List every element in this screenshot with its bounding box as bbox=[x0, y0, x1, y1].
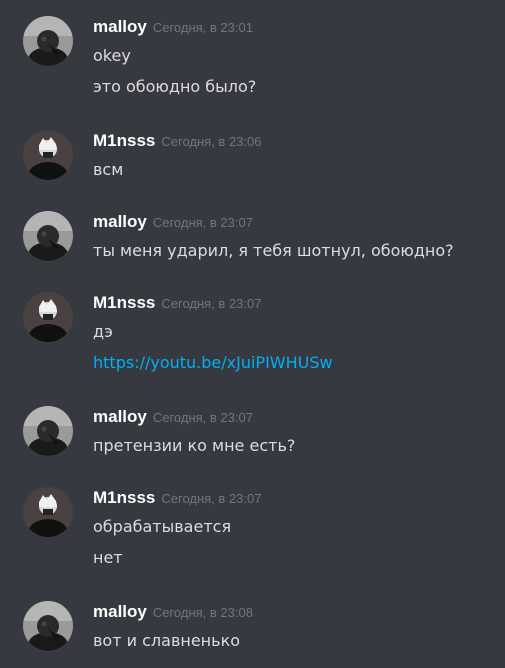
m1nsss-avatar[interactable] bbox=[23, 487, 73, 537]
malloy-avatar[interactable] bbox=[23, 16, 73, 66]
author-name[interactable]: malloy bbox=[93, 602, 147, 621]
message-timestamp: Сегодня, в 23:08 bbox=[152, 605, 253, 620]
message-text: дэ bbox=[93, 322, 113, 341]
message-text: всм bbox=[93, 160, 124, 179]
message-timestamp: Сегодня, в 23:07 bbox=[152, 215, 253, 230]
message-header: malloy Сегодня, в 23:08 bbox=[93, 601, 253, 624]
malloy-avatar[interactable] bbox=[23, 601, 73, 651]
chat-messages: malloy Сегодня, в 23:01 okey это обоюдно … bbox=[0, 0, 505, 668]
message-text: это обоюдно было? bbox=[93, 77, 257, 96]
message-header: malloy Сегодня, в 23:01 bbox=[93, 16, 253, 39]
message-text: претензии ко мне есть? bbox=[93, 436, 296, 455]
message-timestamp: Сегодня, в 23:06 bbox=[161, 134, 262, 149]
message-header: malloy Сегодня, в 23:07 bbox=[93, 406, 253, 429]
author-name[interactable]: M1nsss bbox=[93, 131, 155, 150]
m1nsss-avatar[interactable] bbox=[23, 292, 73, 342]
malloy-avatar[interactable] bbox=[23, 406, 73, 456]
message-line: https://youtu.be/xJuiPIWHUSw bbox=[93, 353, 333, 373]
message-header: malloy Сегодня, в 23:07 bbox=[93, 211, 253, 234]
author-name[interactable]: M1nsss bbox=[93, 293, 155, 312]
malloy-avatar[interactable] bbox=[23, 211, 73, 261]
m1nsss-avatar[interactable] bbox=[23, 130, 73, 180]
message-header: M1nsss Сегодня, в 23:07 bbox=[93, 292, 261, 315]
message-text: обрабатывается bbox=[93, 517, 232, 536]
message-text: нет bbox=[93, 548, 123, 567]
message-timestamp: Сегодня, в 23:07 bbox=[152, 410, 253, 425]
message-header: M1nsss Сегодня, в 23:06 bbox=[93, 130, 261, 153]
message-timestamp: Сегодня, в 23:01 bbox=[152, 20, 253, 35]
message-timestamp: Сегодня, в 23:07 bbox=[161, 491, 262, 506]
message-text: ты меня ударил, я тебя шотнул, обоюдно? bbox=[93, 241, 454, 260]
message-header: M1nsss Сегодня, в 23:07 bbox=[93, 487, 261, 510]
author-name[interactable]: M1nsss bbox=[93, 488, 155, 507]
author-name[interactable]: malloy bbox=[93, 17, 147, 36]
message-text: okey bbox=[93, 46, 131, 65]
message-text: вот и славненько bbox=[93, 631, 241, 650]
message-timestamp: Сегодня, в 23:07 bbox=[161, 296, 262, 311]
author-name[interactable]: malloy bbox=[93, 212, 147, 231]
youtube-link[interactable]: https://youtu.be/xJuiPIWHUSw bbox=[93, 353, 333, 372]
author-name[interactable]: malloy bbox=[93, 407, 147, 426]
